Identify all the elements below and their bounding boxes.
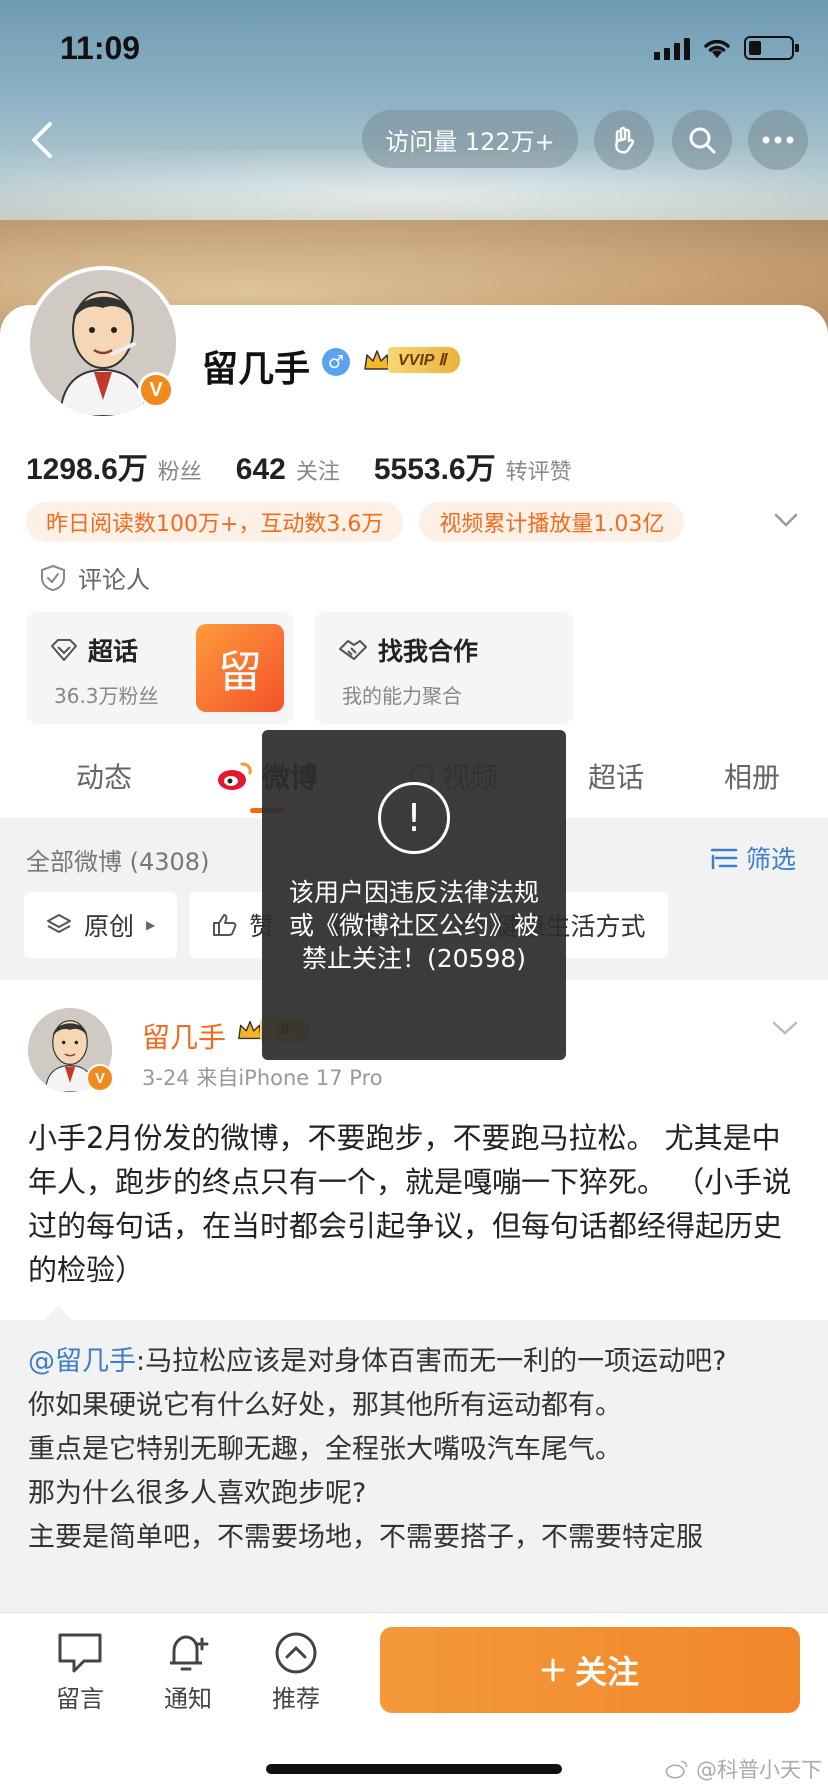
stat-value: 5553.6万 — [373, 453, 496, 486]
cooperation-label: 找我合作 — [378, 637, 479, 666]
all-posts-count[interactable]: 全部微博 (4308) — [26, 842, 209, 877]
repost-line: 那为什么很多人喜欢跑步呢? — [28, 1478, 367, 1509]
notify-label: 通知 — [164, 1685, 212, 1713]
post-verified-badge: V — [86, 1064, 114, 1092]
repost-block[interactable]: @留几手:马拉松应该是对身体百害而无一利的一项运动吧? 你如果硬说它有什么好处，… — [0, 1320, 828, 1620]
repost-line: 主要是简单吧，不需要场地，不需要搭子，不需要特定服 — [28, 1522, 703, 1553]
plus-icon — [541, 1658, 565, 1682]
cooperation-subtitle: 我的能力聚合 — [342, 684, 462, 708]
profile-role: 评论人 — [40, 560, 150, 595]
recommend-label: 推荐 — [272, 1685, 320, 1713]
bell-plus-icon — [170, 1635, 209, 1671]
stat-label: 转评赞 — [505, 460, 572, 485]
tab-dynamics[interactable]: 动态 — [76, 756, 132, 796]
chip-original[interactable]: 原创 ▶ — [24, 892, 178, 958]
chevron-down-icon[interactable] — [772, 1020, 798, 1036]
search-button[interactable] — [672, 110, 732, 170]
back-button[interactable] — [18, 116, 66, 164]
repost-notch — [44, 1306, 72, 1320]
handshake-icon — [339, 640, 367, 660]
status-time: 11:09 — [60, 30, 141, 66]
watermark: @科普小天下 — [664, 1754, 822, 1784]
follow-label: 关注 — [574, 1653, 639, 1691]
super-topic-fans: 36.3万粉丝 — [54, 684, 159, 708]
alert-circle-icon: ! — [378, 782, 450, 854]
back-arrow-icon — [32, 122, 52, 158]
wifi-icon — [704, 39, 730, 58]
chip-original-label: 原创 — [84, 912, 135, 941]
top-nav: 访问量 122万+ — [0, 108, 828, 172]
message-label: 留言 — [56, 1685, 104, 1713]
super-topic-logo: 留 — [196, 624, 284, 712]
profile-stats: 1298.6万 粉丝 642 关注 5553.6万 转评赞 — [26, 444, 606, 488]
filter-label: 筛选 — [745, 845, 796, 874]
filter-icon — [710, 848, 738, 870]
stat-following[interactable]: 642 关注 — [236, 453, 340, 487]
search-icon — [689, 127, 716, 154]
stat-label: 关注 — [295, 460, 340, 485]
cooperation-title: 找我合作 — [338, 632, 478, 668]
stat-fans[interactable]: 1298.6万 粉丝 — [26, 444, 202, 488]
more-button[interactable] — [748, 110, 808, 170]
chat-bubble-icon — [58, 1633, 102, 1673]
error-toast: ! 该用户因违反法律法规或《微博社区公约》被禁止关注！(20598) — [262, 730, 566, 1060]
layers-icon — [47, 914, 71, 933]
vvip-label: VVIP Ⅱ — [388, 347, 461, 373]
post-meta: 3-24 来自iPhone 17 Pro — [142, 1066, 383, 1090]
home-indicator[interactable] — [266, 1764, 562, 1774]
chevron-up-circle-icon — [275, 1632, 317, 1674]
visits-count-pill[interactable]: 访问量 122万+ — [362, 110, 578, 168]
role-label: 评论人 — [78, 566, 150, 594]
vvip-badge[interactable]: VVIP Ⅱ — [362, 344, 461, 376]
watermark-text: @科普小天下 — [696, 1758, 822, 1782]
repost-line: 重点是它特别无聊无趣，全程张大嘴吸汽车尾气。 — [28, 1434, 622, 1465]
wave-hand-icon — [615, 126, 635, 154]
cooperation-card[interactable]: 找我合作 我的能力聚合 — [314, 612, 574, 724]
repost-mention[interactable]: @留几手 — [28, 1346, 136, 1377]
male-gender-icon: ♂ — [322, 348, 350, 376]
shield-icon — [41, 564, 65, 591]
filter-button[interactable]: 筛选 — [710, 840, 796, 876]
stat-label: 粉丝 — [157, 460, 202, 485]
more-dots-icon — [762, 136, 794, 144]
super-topic-label: 超话 — [88, 637, 139, 666]
weibo-logo-icon — [218, 762, 252, 790]
recommend-button[interactable]: 推荐 — [246, 1631, 346, 1714]
stat-value: 1298.6万 — [26, 453, 148, 486]
weibo-logo-icon — [665, 1760, 688, 1779]
data-tags: 昨日阅读数100万+，互动数3.6万 视频累计播放量1.03亿 — [26, 502, 685, 542]
toast-message: 该用户因违反法律法规或《微博社区公约》被禁止关注！(20598) — [288, 878, 539, 973]
thumbs-up-icon — [213, 914, 237, 936]
reading-stat-tag[interactable]: 昨日阅读数100万+，互动数3.6万 — [26, 502, 404, 542]
follow-button[interactable]: 关注 — [380, 1627, 800, 1713]
profile-name: 留几手 — [202, 349, 311, 390]
super-topic-title: 超话 — [50, 632, 138, 668]
repost-line: 你如果硬说它有什么好处，那其他所有运动都有。 — [28, 1390, 622, 1421]
repost-line: :马拉松应该是对身体百害而无一利的一项运动吧? — [136, 1346, 727, 1377]
greet-button[interactable] — [594, 110, 654, 170]
super-topic-card[interactable]: 超话 36.3万粉丝 留 — [26, 612, 294, 724]
diamond-icon — [51, 639, 77, 661]
status-icons — [654, 36, 799, 60]
notify-button[interactable]: 通知 — [138, 1631, 238, 1714]
chip-arrow-icon: ▶ — [146, 918, 156, 932]
cellular-signal-icon — [654, 36, 690, 60]
battery-icon — [744, 36, 799, 60]
post-author-name[interactable]: 留几手 — [142, 1016, 226, 1056]
stat-value: 642 — [235, 453, 286, 486]
tab-super-topic[interactable]: 超话 — [588, 756, 644, 796]
status-bar: 11:09 — [0, 0, 828, 100]
post-body: 小手2月份发的微博，不要跑步，不要跑马拉松。 尤其是中年人，跑步的终点只有一个，… — [28, 1121, 792, 1287]
verified-badge: V — [138, 372, 174, 408]
video-stat-tag[interactable]: 视频累计播放量1.03亿 — [419, 502, 685, 542]
message-button[interactable]: 留言 — [30, 1631, 130, 1714]
stat-engagement[interactable]: 5553.6万 转评赞 — [374, 444, 572, 488]
repost-body: @留几手:马拉松应该是对身体百害而无一利的一项运动吧? 你如果硬说它有什么好处，… — [28, 1340, 808, 1560]
tab-album[interactable]: 相册 — [724, 756, 780, 796]
chevron-down-icon[interactable] — [774, 512, 798, 528]
